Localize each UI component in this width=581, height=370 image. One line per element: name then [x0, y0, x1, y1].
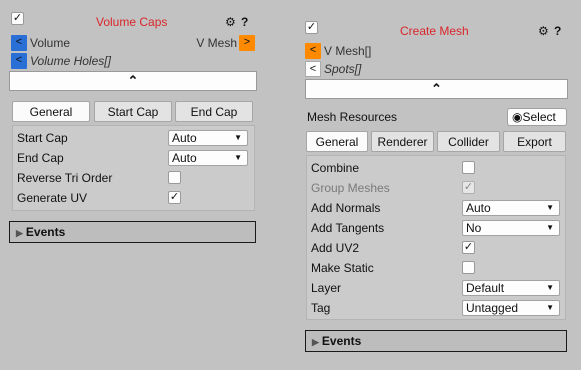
tab-general[interactable]: General [12, 101, 90, 122]
volume-caps-enable-checkbox[interactable]: ✓ [11, 12, 24, 25]
add-tangents-label: Add Tangents [311, 221, 385, 235]
start-cap-dropdown[interactable]: Auto ▼ [168, 130, 248, 146]
create-mesh-enable-checkbox[interactable]: ✓ [305, 21, 318, 34]
tab-end-cap[interactable]: End Cap [175, 101, 253, 122]
v-mesh-output-button[interactable]: > [239, 35, 255, 51]
radio-icon: ◉ [512, 110, 523, 124]
group-meshes-label: Group Meshes [311, 181, 390, 195]
events-foldout[interactable]: ▶ Events [305, 330, 567, 352]
tag-label: Tag [311, 301, 331, 315]
group-meshes-checkbox: ✓ [462, 181, 475, 194]
end-cap-value: Auto [172, 151, 197, 165]
volume-caps-title: Volume Caps [96, 15, 168, 29]
make-static-label: Make Static [311, 261, 374, 275]
reverse-tri-order-checkbox[interactable] [168, 171, 181, 184]
v-mesh-input-label: V Mesh[] [324, 44, 372, 58]
start-cap-label: Start Cap [17, 131, 68, 145]
volume-caps-panel: ✓ Volume Caps ⚙ ? < Volume V Mesh > < Vo… [0, 0, 270, 250]
select-button[interactable]: ◉Select [507, 108, 567, 126]
triangle-right-icon: ▶ [312, 337, 319, 347]
triangle-right-icon: ▶ [16, 228, 23, 238]
make-static-checkbox[interactable] [462, 261, 475, 274]
create-mesh-title: Create Mesh [400, 24, 469, 38]
gear-icon[interactable]: ⚙ [225, 16, 236, 28]
tab-start-cap[interactable]: Start Cap [94, 101, 172, 122]
add-tangents-dropdown[interactable]: No ▼ [462, 220, 560, 236]
start-cap-value: Auto [172, 131, 197, 145]
help-icon[interactable]: ? [241, 16, 248, 28]
chevron-up-icon: ⌃ [127, 73, 139, 88]
add-normals-value: Auto [466, 201, 491, 215]
add-uv2-checkbox[interactable]: ✓ [462, 241, 475, 254]
volume-holes-input-label: Volume Holes[] [30, 54, 111, 68]
caret-down-icon: ▼ [546, 303, 554, 312]
gear-icon[interactable]: ⚙ [538, 25, 549, 37]
select-label: Select [522, 110, 556, 124]
add-tangents-value: No [466, 221, 482, 235]
add-normals-label: Add Normals [311, 201, 381, 215]
v-mesh-output-label: V Mesh [196, 36, 237, 50]
events-label: Events [321, 334, 362, 348]
create-mesh-panel: ✓ Create Mesh ⚙ ? < V Mesh[] < Spots[] ⌃… [296, 0, 581, 362]
caret-down-icon: ▼ [546, 203, 554, 212]
v-mesh-input-button[interactable]: < [305, 43, 321, 59]
caret-down-icon: ▼ [546, 283, 554, 292]
combine-checkbox[interactable] [462, 161, 475, 174]
help-icon[interactable]: ? [554, 25, 561, 37]
end-cap-label: End Cap [17, 151, 64, 165]
tab-general[interactable]: General [306, 131, 368, 152]
events-foldout[interactable]: ▶ Events [9, 221, 256, 243]
combine-label: Combine [311, 161, 360, 175]
generate-uv-checkbox[interactable]: ✓ [168, 191, 181, 204]
spots-input-label: Spots[] [324, 62, 362, 76]
add-normals-dropdown[interactable]: Auto ▼ [462, 200, 560, 216]
volume-input-button[interactable]: < [11, 35, 27, 51]
caret-down-icon: ▼ [546, 223, 554, 232]
events-label: Events [25, 225, 66, 239]
end-cap-dropdown[interactable]: Auto ▼ [168, 150, 248, 166]
caret-down-icon: ▼ [234, 133, 242, 142]
caret-down-icon: ▼ [234, 153, 242, 162]
tag-dropdown[interactable]: Untagged ▼ [462, 300, 560, 316]
add-uv2-label: Add UV2 [311, 241, 360, 255]
chevron-up-icon: ⌃ [431, 81, 442, 96]
tab-export[interactable]: Export [503, 131, 566, 152]
collapse-button[interactable]: ⌃ [9, 71, 257, 91]
layer-dropdown[interactable]: Default ▼ [462, 280, 560, 296]
spots-input-button[interactable]: < [305, 61, 321, 77]
tab-renderer[interactable]: Renderer [371, 131, 434, 152]
tag-value: Untagged [466, 301, 519, 315]
volume-input-label: Volume [30, 36, 71, 50]
mesh-resources-label: Mesh Resources [307, 110, 398, 124]
volume-holes-input-button[interactable]: < [11, 53, 27, 69]
collapse-button[interactable]: ⌃ [305, 79, 568, 99]
layer-label: Layer [311, 281, 342, 295]
reverse-tri-order-label: Reverse Tri Order [17, 171, 113, 185]
tab-collider[interactable]: Collider [437, 131, 500, 152]
layer-value: Default [466, 281, 505, 295]
generate-uv-label: Generate UV [17, 191, 88, 205]
